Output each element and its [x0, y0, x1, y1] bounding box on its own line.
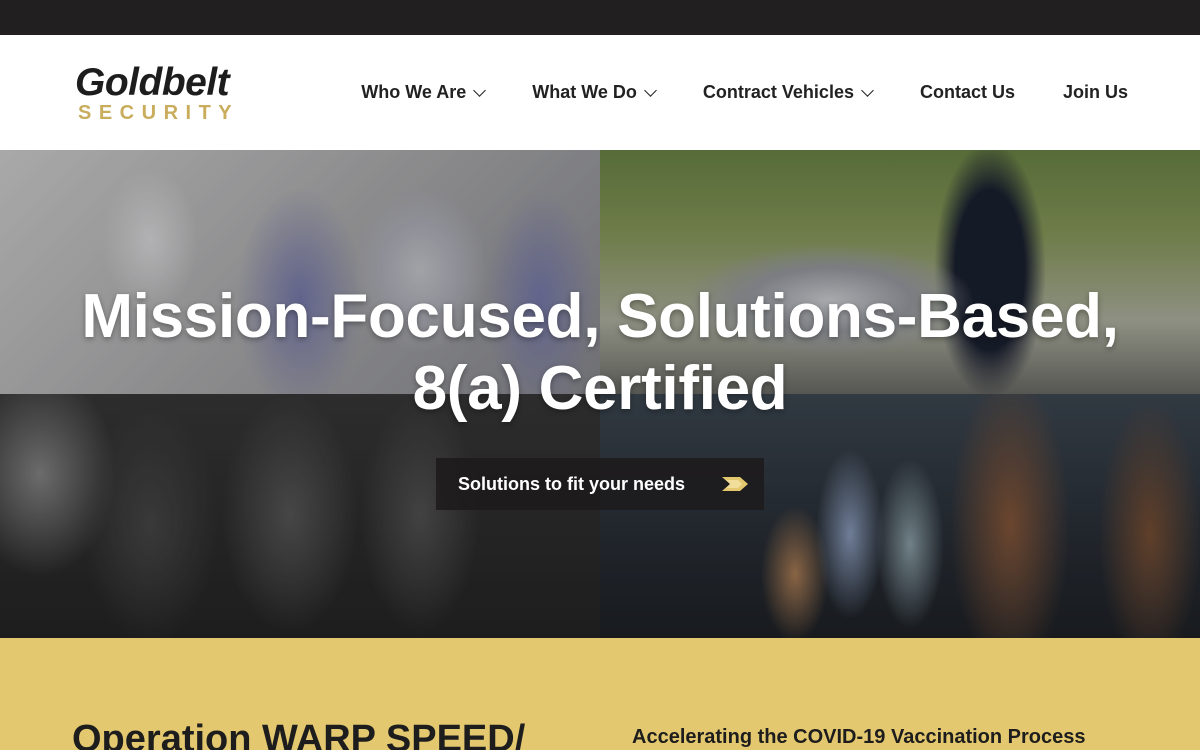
nav-item-what-we-do[interactable]: What We Do — [532, 82, 657, 103]
logo-wordmark: Goldbelt — [75, 61, 230, 104]
nav-item-label: Who We Are — [361, 82, 467, 102]
chevron-down-icon — [473, 83, 487, 97]
hero-title-line-2: 8(a) Certified — [412, 354, 788, 423]
site-header: Goldbelt SECURITY Who We Are What We Do … — [0, 35, 1200, 150]
hero-title-line-1: Mission-Focused, Solutions-Based, — [81, 282, 1119, 351]
nav-item-contact-us[interactable]: Contact Us — [920, 82, 1015, 103]
solutions-cta-button[interactable]: Solutions to fit your needs — [436, 458, 764, 510]
nav-item-contract-vehicles[interactable]: Contract Vehicles — [702, 82, 874, 103]
main-nav: Who We Are What We Do Contract Vehicles … — [361, 35, 1128, 150]
warp-speed-section: Operation WARP SPEED/ Accelerating the C… — [0, 638, 1200, 750]
nav-item-who-we-are[interactable]: Who We Are — [361, 82, 487, 103]
arrow-right-icon — [722, 477, 748, 491]
hero-banner: Mission-Focused, Solutions-Based, 8(a) C… — [0, 150, 1200, 638]
nav-item-label: Contact Us — [919, 82, 1015, 102]
nav-item-label: Join Us — [1062, 82, 1128, 102]
hero-title: Mission-Focused, Solutions-Based, 8(a) C… — [40, 281, 1160, 425]
nav-item-label: What We Do — [532, 82, 637, 102]
chevron-down-icon — [861, 83, 874, 97]
cta-label: Solutions to fit your needs — [458, 473, 686, 494]
section-heading: Operation WARP SPEED/ — [72, 718, 526, 750]
nav-item-label: Contract Vehicles — [702, 82, 854, 102]
logo-subtitle: SECURITY — [78, 102, 240, 124]
nav-item-join-us[interactable]: Join Us — [1063, 82, 1128, 103]
chevron-down-icon — [644, 83, 657, 97]
top-bar — [0, 0, 1200, 35]
goldbelt-security-logo[interactable]: Goldbelt SECURITY — [75, 63, 275, 127]
section-subheading: Accelerating the COVID-19 Vaccination Pr… — [632, 726, 1086, 748]
